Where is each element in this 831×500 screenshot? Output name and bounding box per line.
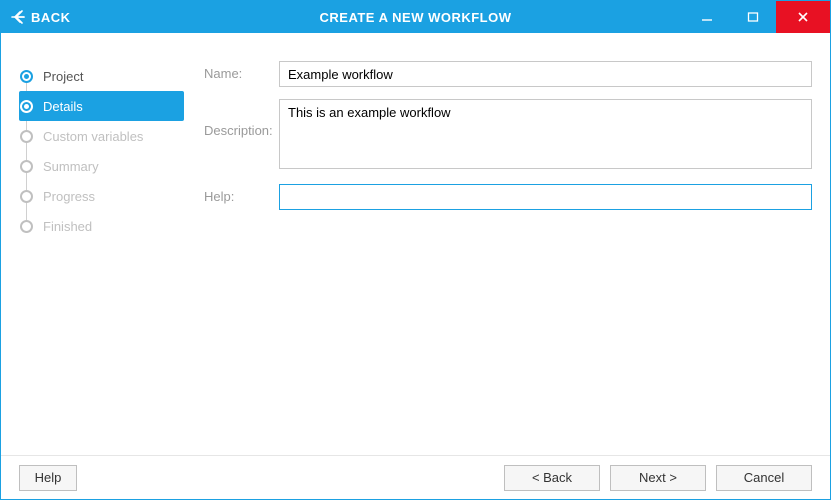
step-label: Progress bbox=[43, 189, 95, 204]
footer-bar: Help < Back Next > Cancel bbox=[1, 455, 830, 499]
step-bullet-icon bbox=[20, 160, 33, 173]
back-button[interactable]: BACK bbox=[1, 1, 81, 33]
back-arrow-icon bbox=[11, 10, 25, 24]
maximize-icon bbox=[747, 11, 759, 23]
close-button[interactable] bbox=[776, 1, 830, 33]
step-summary[interactable]: Summary bbox=[19, 151, 184, 181]
description-label: Description: bbox=[204, 99, 279, 138]
window-title: CREATE A NEW WORKFLOW bbox=[320, 10, 512, 25]
description-input[interactable] bbox=[279, 99, 812, 169]
name-label: Name: bbox=[204, 61, 279, 81]
step-bullet-icon bbox=[20, 130, 33, 143]
minimize-button[interactable] bbox=[684, 1, 730, 33]
close-icon bbox=[796, 10, 810, 24]
wizard-sidebar: Project Details Custom variables Summary… bbox=[19, 61, 184, 437]
titlebar: BACK CREATE A NEW WORKFLOW bbox=[1, 1, 830, 33]
step-bullet-icon bbox=[20, 100, 33, 113]
wizard-steps: Project Details Custom variables Summary… bbox=[19, 61, 184, 241]
step-finished[interactable]: Finished bbox=[19, 211, 184, 241]
row-name: Name: bbox=[204, 61, 812, 87]
step-bullet-icon bbox=[20, 220, 33, 233]
step-project[interactable]: Project bbox=[19, 61, 184, 91]
step-custom-variables[interactable]: Custom variables bbox=[19, 121, 184, 151]
row-help: Help: bbox=[204, 184, 812, 210]
step-details[interactable]: Details bbox=[19, 91, 184, 121]
content-area: Project Details Custom variables Summary… bbox=[1, 33, 830, 455]
help-input[interactable] bbox=[279, 184, 812, 210]
next-nav-button[interactable]: Next > bbox=[610, 465, 706, 491]
step-label: Finished bbox=[43, 219, 92, 234]
cancel-button[interactable]: Cancel bbox=[716, 465, 812, 491]
back-button-label: BACK bbox=[31, 10, 71, 25]
window-controls bbox=[684, 1, 830, 33]
step-label: Custom variables bbox=[43, 129, 143, 144]
name-input[interactable] bbox=[279, 61, 812, 87]
help-button[interactable]: Help bbox=[19, 465, 77, 491]
maximize-button[interactable] bbox=[730, 1, 776, 33]
step-label: Details bbox=[43, 99, 83, 114]
back-nav-button[interactable]: < Back bbox=[504, 465, 600, 491]
minimize-icon bbox=[701, 11, 713, 23]
step-bullet-icon bbox=[20, 190, 33, 203]
step-label: Summary bbox=[43, 159, 99, 174]
step-bullet-icon bbox=[20, 70, 33, 83]
form-panel: Name: Description: Help: bbox=[184, 61, 812, 437]
step-label: Project bbox=[43, 69, 83, 84]
step-progress[interactable]: Progress bbox=[19, 181, 184, 211]
row-description: Description: bbox=[204, 99, 812, 172]
help-label: Help: bbox=[204, 184, 279, 204]
